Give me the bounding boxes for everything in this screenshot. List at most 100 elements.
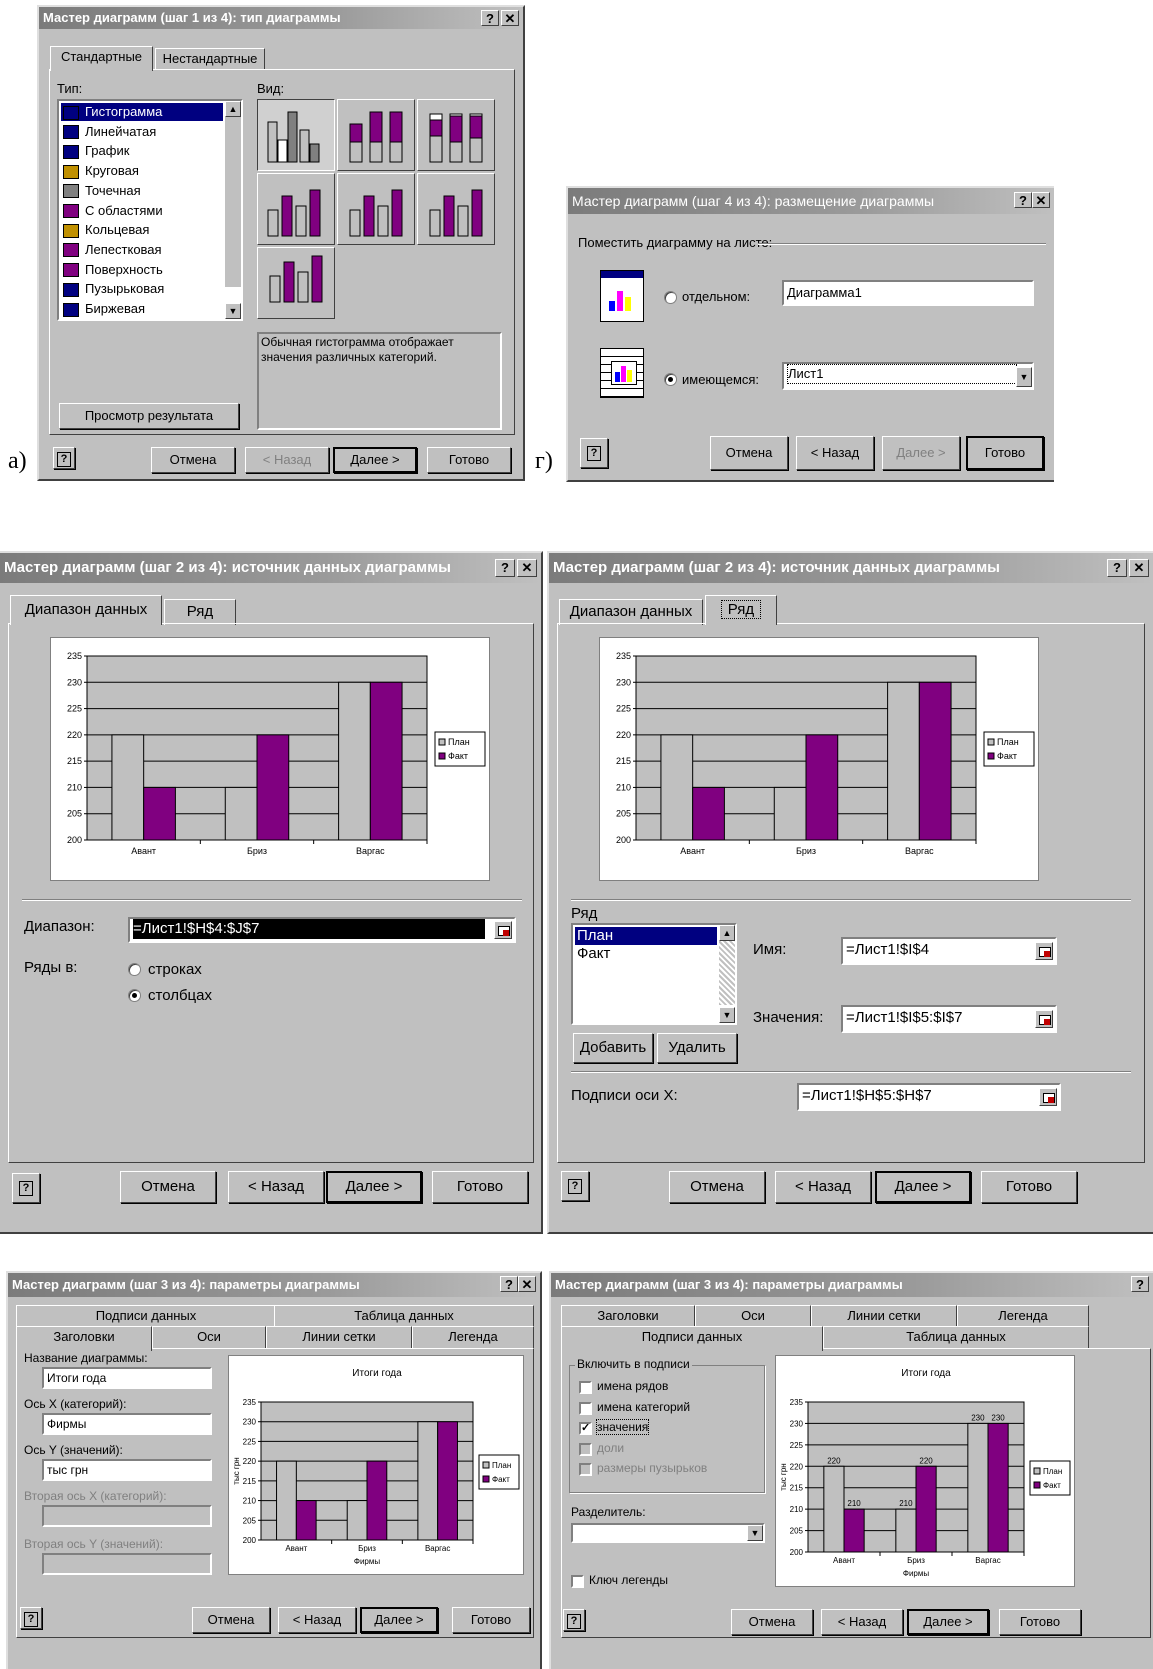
tab-data-range[interactable]: Диапазон данных (10, 595, 162, 625)
chart-view-option[interactable] (257, 99, 335, 171)
help-button[interactable]: ? (1131, 1276, 1149, 1292)
tab-data-labels[interactable]: Подписи данных (561, 1326, 823, 1351)
scroll-track[interactable] (225, 117, 241, 287)
tab-data-table[interactable]: Таблица данных (823, 1326, 1089, 1348)
next-button[interactable]: Далее > (333, 447, 417, 473)
tab-titles[interactable]: Заголовки (561, 1305, 695, 1327)
back-button[interactable]: < Назад (796, 436, 874, 470)
help-button[interactable]: ? (481, 10, 499, 26)
finish-button[interactable]: Готово (981, 1171, 1077, 1203)
tab-gridlines[interactable]: Линии сетки (811, 1305, 957, 1327)
cancel-button[interactable]: Отмена (192, 1607, 270, 1633)
label-option-checkbox[interactable] (579, 1463, 592, 1476)
chart-type-item[interactable]: Кольцевая (61, 221, 223, 239)
range-select-icon[interactable] (1039, 1088, 1057, 1106)
back-button[interactable]: < Назад (228, 1171, 324, 1203)
rows-radio[interactable] (128, 963, 141, 976)
scroll-down-button[interactable]: ▼ (719, 1007, 735, 1023)
dropdown-arrow-icon[interactable]: ▼ (747, 1525, 763, 1541)
close-button[interactable]: ✕ (518, 1276, 536, 1292)
chart-type-item[interactable]: Лепестковая (61, 241, 223, 259)
help-icon[interactable]: ? (563, 1609, 585, 1631)
close-button[interactable]: ✕ (1129, 559, 1149, 577)
next-button[interactable]: Далее > (875, 1171, 971, 1203)
scroll-up-button[interactable]: ▲ (225, 101, 241, 117)
help-button[interactable]: ? (1107, 559, 1127, 577)
separate-sheet-radio[interactable] (664, 291, 677, 304)
chart-type-item[interactable]: Точечная (61, 182, 223, 200)
y-axis-input[interactable]: тыс грн (42, 1459, 212, 1481)
range-select-icon[interactable] (494, 921, 512, 939)
help-icon[interactable]: ? (12, 1173, 40, 1203)
x-axis-input[interactable]: Фирмы (42, 1413, 212, 1435)
chart-view-option[interactable] (417, 173, 495, 245)
next-button[interactable]: Далее > (907, 1609, 989, 1635)
existing-sheet-select[interactable]: Лист1 ▼ (782, 362, 1034, 390)
chart-type-item[interactable]: Линейчатая (61, 123, 223, 141)
help-icon[interactable]: ? (53, 447, 75, 469)
finish-button[interactable]: Готово (999, 1609, 1081, 1635)
next-button[interactable]: Далее > (326, 1171, 422, 1203)
chart-type-item[interactable]: Биржевая (61, 300, 223, 318)
secondary-x-axis-input[interactable] (42, 1505, 212, 1527)
tab-legend[interactable]: Легенда (957, 1305, 1089, 1327)
tab-legend[interactable]: Легенда (412, 1326, 534, 1348)
chart-view-option[interactable] (337, 99, 415, 171)
close-button[interactable]: ✕ (501, 10, 519, 26)
range-input[interactable]: =Лист1!$H$4:$J$7 (128, 917, 516, 943)
finish-button[interactable]: Готово (427, 447, 511, 473)
series-list-item[interactable]: План (575, 927, 717, 945)
tab-data-labels[interactable]: Подписи данных (16, 1305, 276, 1327)
name-input[interactable]: =Лист1!$I$4 (841, 937, 1057, 965)
help-icon[interactable]: ? (20, 1607, 42, 1629)
label-option-checkbox[interactable] (579, 1401, 592, 1415)
chart-type-item[interactable]: График (61, 142, 223, 160)
help-icon[interactable]: ? (561, 1171, 589, 1201)
chart-title-input[interactable]: Итоги года (42, 1367, 212, 1389)
help-button[interactable]: ? (1014, 192, 1032, 208)
next-button[interactable]: Далее > (360, 1607, 438, 1633)
legend-key-checkbox[interactable] (571, 1575, 584, 1588)
close-button[interactable]: ✕ (1032, 192, 1050, 208)
close-button[interactable]: ✕ (517, 559, 537, 577)
columns-radio[interactable] (128, 989, 141, 1002)
chart-type-item[interactable]: С областями (61, 202, 223, 220)
help-icon[interactable]: ? (580, 438, 608, 468)
tab-standard[interactable]: Стандартные (50, 46, 153, 71)
chart-view-option[interactable] (417, 99, 495, 171)
back-button[interactable]: < Назад (245, 447, 329, 473)
tab-custom[interactable]: Нестандартные (155, 48, 265, 70)
back-button[interactable]: < Назад (821, 1609, 903, 1635)
scroll-down-button[interactable]: ▼ (225, 303, 241, 319)
chart-view-option[interactable] (337, 173, 415, 245)
chart-view-option[interactable] (257, 173, 335, 245)
range-select-icon[interactable] (1035, 1010, 1053, 1028)
label-option-checkbox[interactable] (579, 1381, 592, 1394)
series-list[interactable]: План Факт ▲ ▼ (571, 923, 737, 1025)
label-option-checkbox[interactable] (579, 1442, 592, 1456)
tab-series[interactable]: Ряд (705, 595, 777, 625)
back-button[interactable]: < Назад (775, 1171, 871, 1203)
tab-axes[interactable]: Оси (695, 1305, 811, 1327)
help-button[interactable]: ? (500, 1276, 518, 1292)
tab-data-table[interactable]: Таблица данных (274, 1305, 534, 1327)
scroll-track[interactable] (719, 941, 735, 1005)
back-button[interactable]: < Назад (278, 1607, 356, 1633)
cancel-button[interactable]: Отмена (731, 1609, 813, 1635)
chart-type-item[interactable]: Гистограмма (61, 103, 223, 121)
preview-button[interactable]: Просмотр результата (59, 403, 239, 429)
tab-series[interactable]: Ряд (164, 599, 236, 625)
separator-select[interactable]: ▼ (571, 1523, 765, 1543)
existing-sheet-radio[interactable] (664, 373, 677, 386)
cancel-button[interactable]: Отмена (151, 447, 235, 473)
series-list-item[interactable]: Факт (575, 945, 717, 963)
chart-type-item[interactable]: Поверхность (61, 261, 223, 279)
scroll-up-button[interactable]: ▲ (719, 925, 735, 941)
cancel-button[interactable]: Отмена (669, 1171, 765, 1203)
tab-titles[interactable]: Заголовки (16, 1326, 152, 1351)
chart-type-item[interactable]: Круговая (61, 162, 223, 180)
add-series-button[interactable]: Добавить (573, 1033, 653, 1063)
tab-axes[interactable]: Оси (152, 1326, 266, 1348)
chart-type-item[interactable]: Пузырьковая (61, 280, 223, 298)
range-select-icon[interactable] (1035, 942, 1053, 960)
